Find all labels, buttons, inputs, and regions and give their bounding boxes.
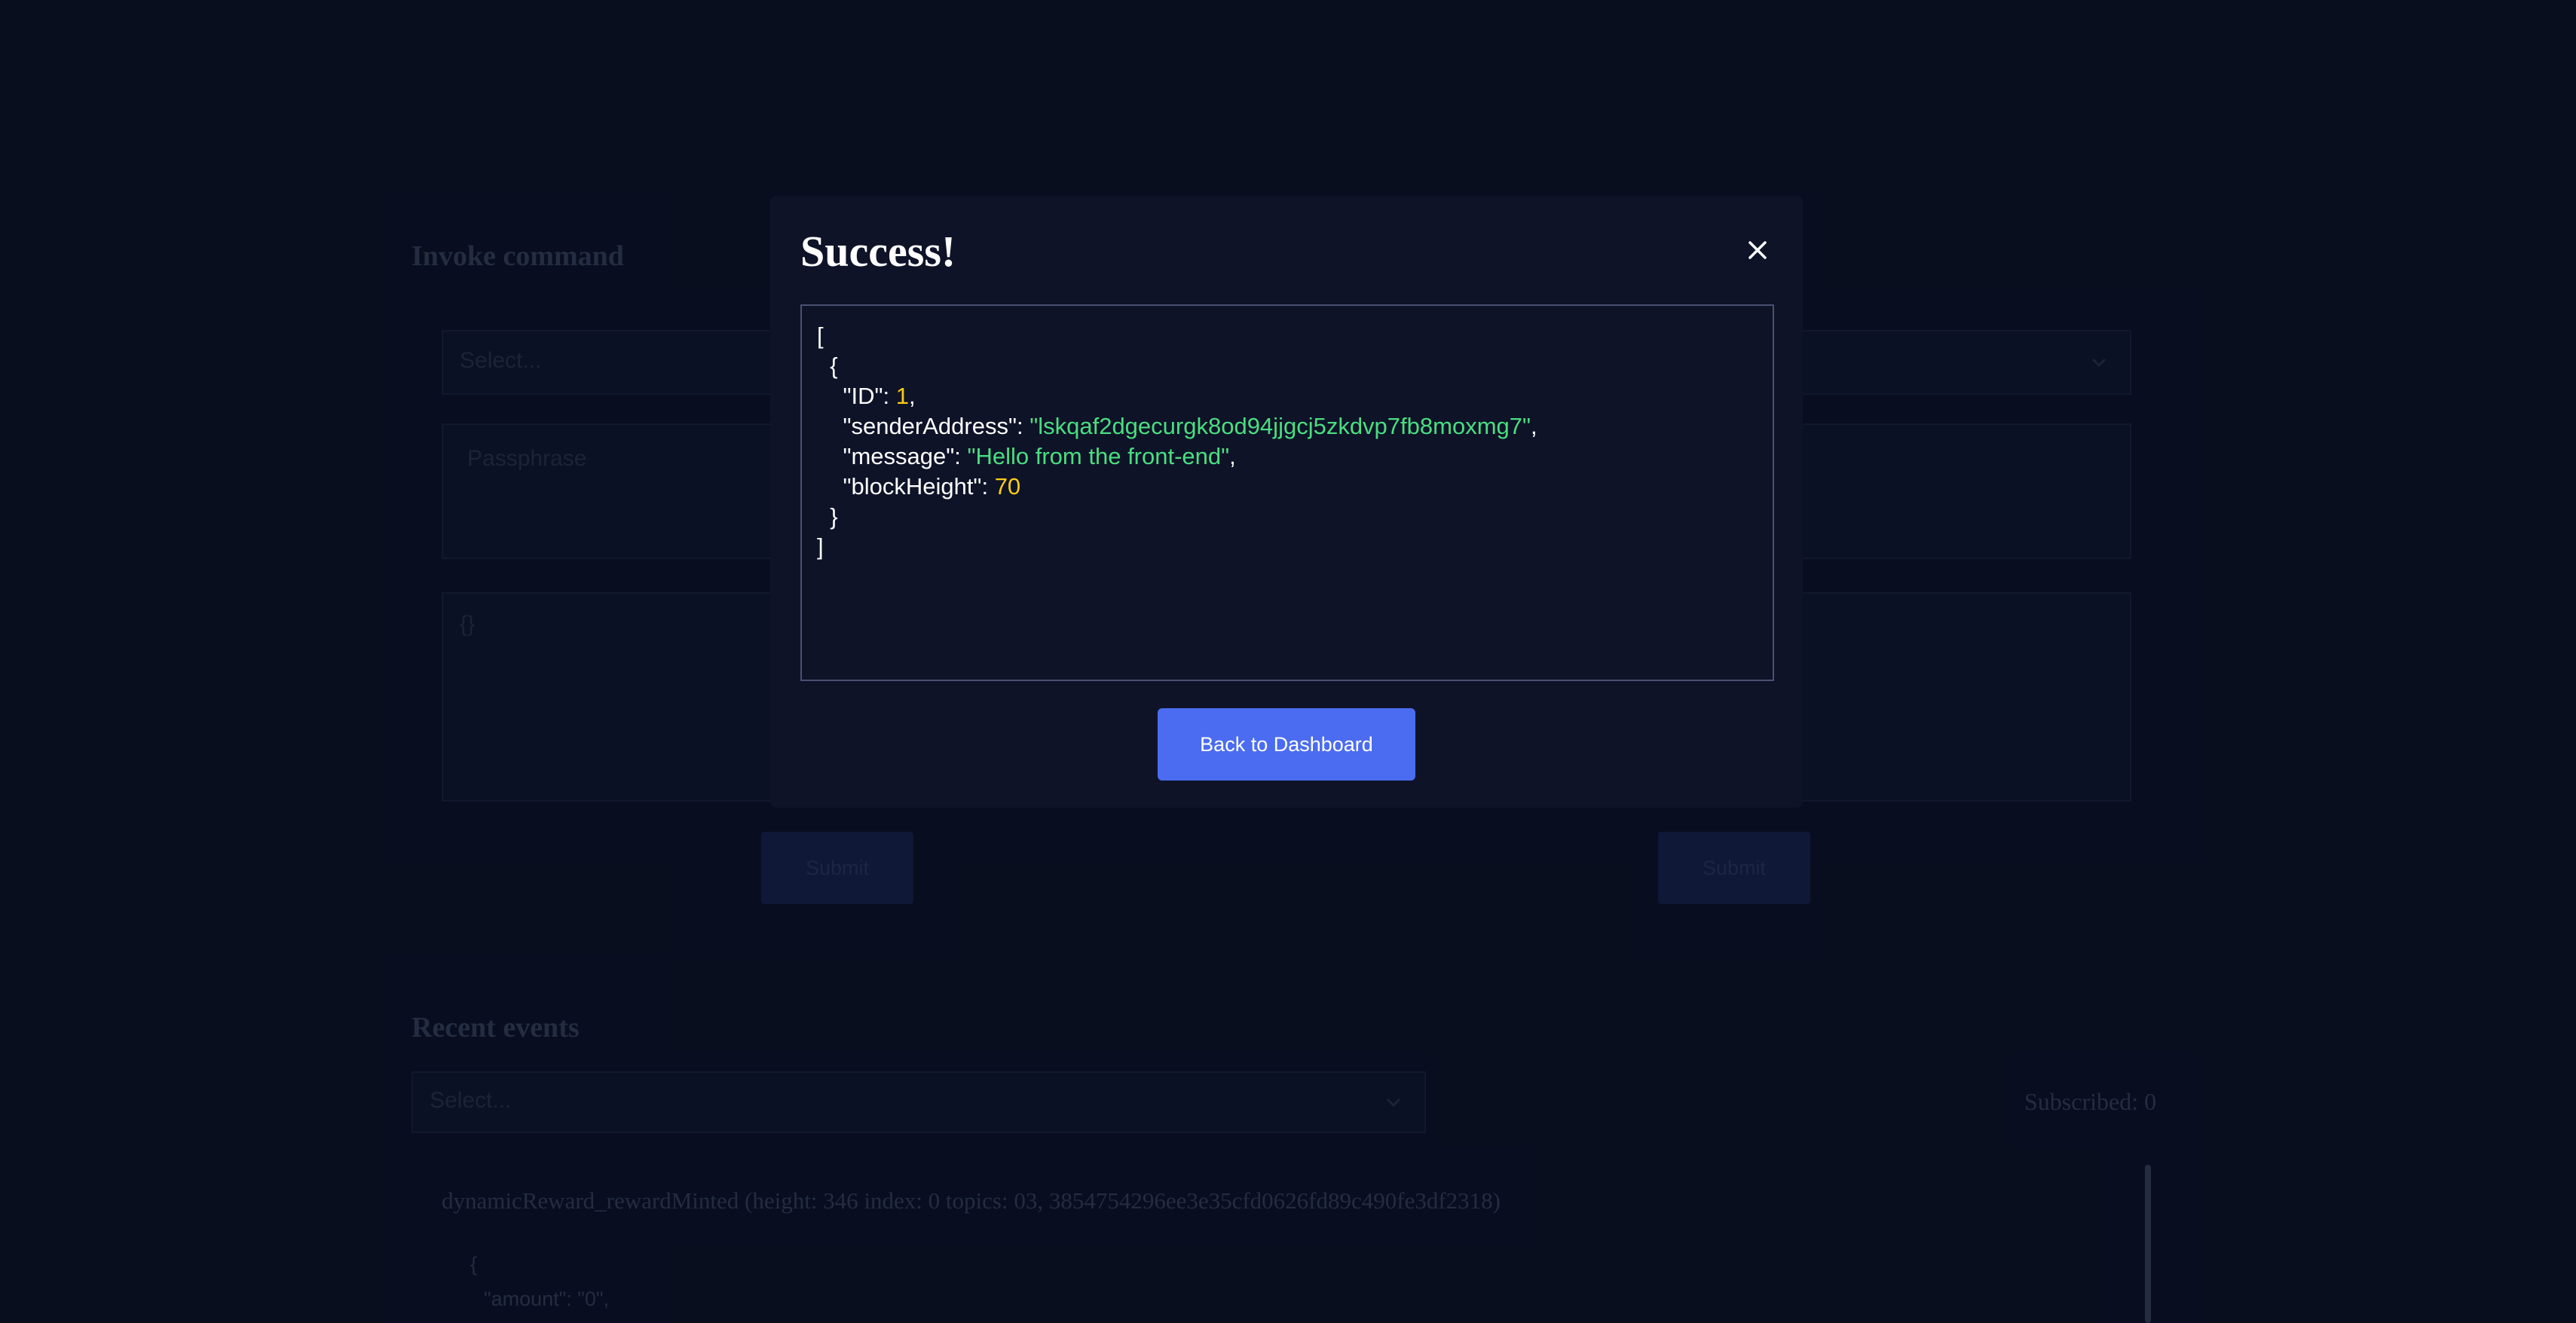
success-modal: Success! [ { "ID": 1, "senderAddress": "… bbox=[770, 196, 1803, 808]
close-icon[interactable] bbox=[1742, 235, 1773, 265]
result-json: [ { "ID": 1, "senderAddress": "lskqaf2dg… bbox=[817, 322, 1537, 560]
back-to-dashboard-button[interactable]: Back to Dashboard bbox=[1158, 708, 1415, 781]
result-json-box: [ { "ID": 1, "senderAddress": "lskqaf2dg… bbox=[800, 304, 1774, 681]
modal-title: Success! bbox=[800, 227, 956, 276]
